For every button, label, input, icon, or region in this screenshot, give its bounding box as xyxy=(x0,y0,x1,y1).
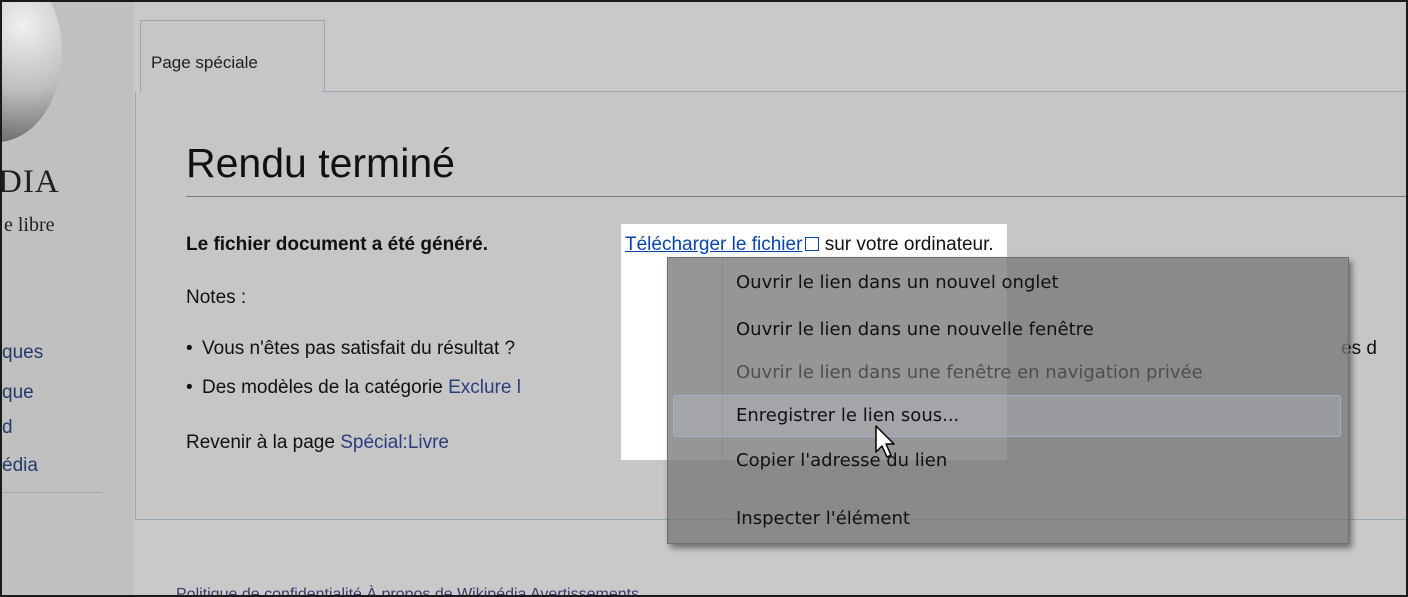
download-file-link[interactable]: Télécharger le fichier xyxy=(625,234,802,255)
menu-item-copy-link-address[interactable]: Copier l'adresse du lien xyxy=(736,450,947,471)
wikipedia-tagline: e libre xyxy=(4,214,55,236)
list-item: Vous n'êtes pas satisfait du résultat ? xyxy=(186,338,516,360)
return-line: Revenir à la page Spécial:Livre xyxy=(186,432,449,454)
mouse-cursor-icon xyxy=(875,425,895,458)
wikipedia-sidebar: DIA e libre ques que d édia xyxy=(2,2,134,595)
special-book-link[interactable]: Spécial:Livre xyxy=(340,432,449,453)
menu-item-save-link-as[interactable]: Enregistrer le lien sous... xyxy=(736,405,959,426)
browser-viewport: DIA e libre ques que d édia Page spécial… xyxy=(0,0,1408,597)
menu-item-inspect-element[interactable]: Inspecter l'élément xyxy=(736,508,910,529)
sidebar-divider xyxy=(2,492,102,493)
bullet-text: Des modèles de la catégorie xyxy=(202,377,443,398)
list-item: Des modèles de la catégorie Exclure l xyxy=(186,377,521,399)
menu-item-open-private-window: Ouvrir le lien dans une fenêtre en navig… xyxy=(736,362,1203,383)
sidebar-nav-item[interactable]: que xyxy=(2,382,34,404)
menu-item-open-new-window[interactable]: Ouvrir le lien dans une nouvelle fenêtre xyxy=(736,319,1094,340)
notes-label: Notes : xyxy=(186,287,247,308)
wikipedia-wordmark: DIA xyxy=(0,164,60,200)
bullet-text: Vous n'êtes pas satisfait du résultat ? xyxy=(202,338,516,359)
download-suffix: sur votre ordinateur. xyxy=(824,234,994,255)
download-line: Télécharger le fichier sur votre ordinat… xyxy=(625,234,994,256)
footer-links[interactable]: Politique de confidentialité À propos de… xyxy=(176,586,639,595)
context-menu: Ouvrir le lien dans un nouvel onglet Ouv… xyxy=(667,257,1349,544)
sidebar-nav-item[interactable]: d xyxy=(2,417,13,439)
tab-label: Page spéciale xyxy=(151,53,258,72)
menu-item-open-new-tab[interactable]: Ouvrir le lien dans un nouvel onglet xyxy=(736,272,1059,293)
generated-message: Le fichier document a été généré. xyxy=(186,234,488,256)
title-underline xyxy=(186,196,1406,197)
return-prefix: Revenir à la page xyxy=(186,432,335,453)
menu-separator xyxy=(723,488,1343,489)
wikipedia-globe-logo[interactable] xyxy=(2,2,62,142)
sidebar-nav-item[interactable]: édia xyxy=(2,455,38,477)
page-title: Rendu terminé xyxy=(186,140,455,186)
tab-special-page[interactable]: Page spéciale xyxy=(140,20,325,93)
sidebar-nav-item[interactable]: ques xyxy=(2,342,43,364)
external-link-icon xyxy=(805,237,820,251)
category-link[interactable]: Exclure l xyxy=(448,377,521,398)
generated-label: Le fichier document a été généré. xyxy=(186,234,488,255)
